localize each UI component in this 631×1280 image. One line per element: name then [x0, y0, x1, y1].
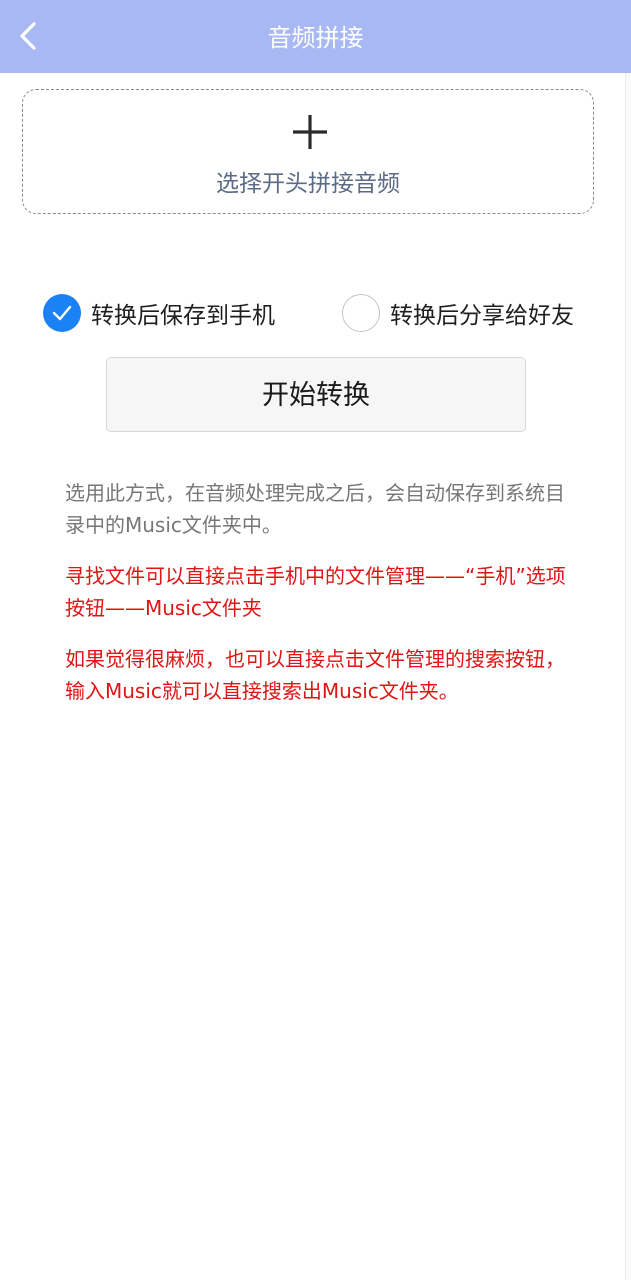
search-file-tip: 如果觉得很麻烦，也可以直接点击文件管理的搜索按钮，输入Music就可以直接搜索出…	[65, 647, 565, 703]
app-header: 音频拼接	[0, 0, 631, 73]
plus-icon	[292, 114, 328, 150]
check-icon	[52, 305, 72, 321]
radio-unchecked[interactable]	[342, 294, 380, 332]
select-audio-button[interactable]: 选择开头拼接音频	[22, 89, 594, 214]
radio-checked[interactable]	[43, 294, 81, 332]
option-share-label: 转换后分享给好友	[390, 303, 574, 329]
page-title: 音频拼接	[267, 24, 364, 52]
find-file-tip: 寻找文件可以直接点击手机中的文件管理——“手机”选项按钮——Music文件夹	[65, 564, 566, 620]
option-save-to-phone[interactable]: 转换后保存到手机	[43, 294, 275, 332]
select-audio-label: 选择开头拼接音频	[216, 171, 400, 197]
option-share-to-friend[interactable]: 转换后分享给好友	[342, 294, 574, 332]
save-description: 选用此方式，在音频处理完成之后，会自动保存到系统目录中的Music文件夹中。	[65, 481, 565, 537]
option-save-label: 转换后保存到手机	[91, 303, 275, 329]
scroll-edge	[625, 73, 631, 1280]
start-convert-button[interactable]: 开始转换	[106, 357, 526, 432]
